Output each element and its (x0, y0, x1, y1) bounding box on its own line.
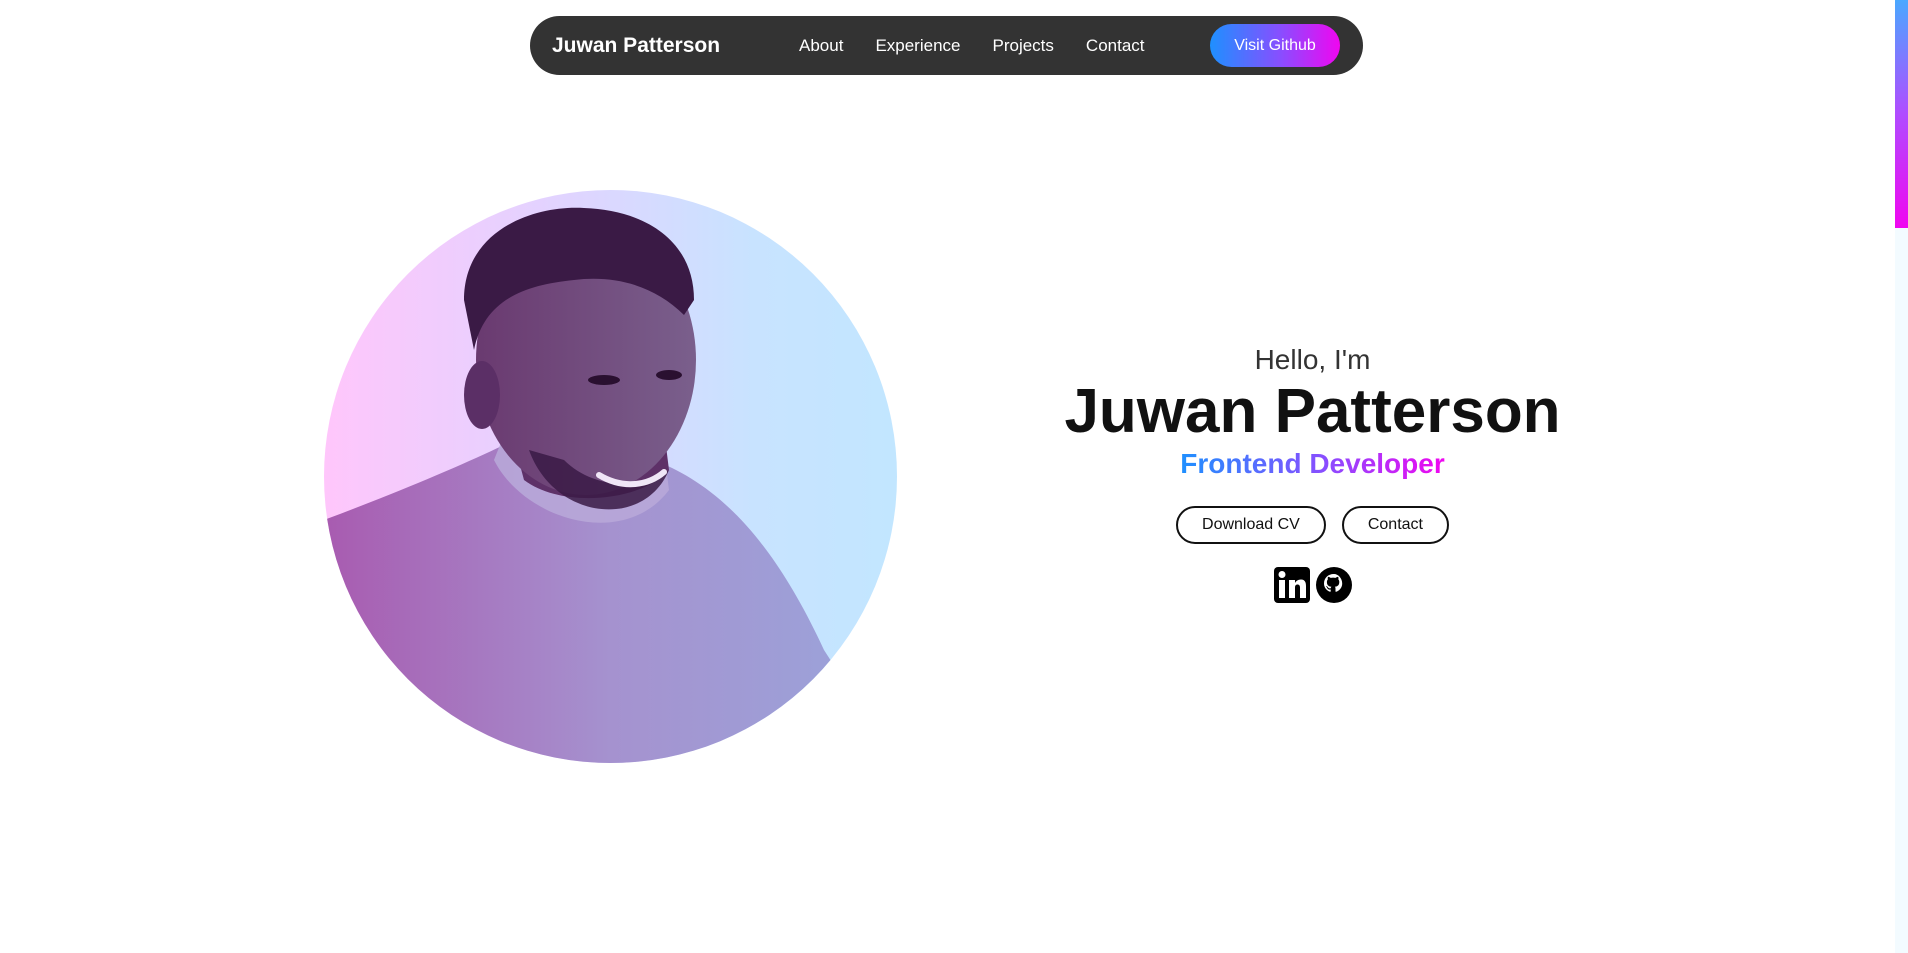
profile-photo (324, 190, 897, 763)
github-icon[interactable] (1315, 566, 1353, 604)
page-scrollbar[interactable] (1895, 0, 1908, 953)
hero-greeting: Hello, I'm (1254, 344, 1371, 375)
hero-role: Frontend Developer (1180, 446, 1444, 482)
nav-logo[interactable]: Juwan Patterson (552, 16, 720, 75)
linkedin-icon[interactable] (1273, 566, 1311, 604)
nav-link-experience[interactable]: Experience (875, 36, 960, 56)
visit-github-button[interactable]: Visit Github (1210, 24, 1340, 67)
download-cv-button[interactable]: Download CV (1176, 506, 1326, 544)
hero-name: Juwan Patterson (1064, 377, 1561, 446)
nav-link-projects[interactable]: Projects (993, 36, 1054, 56)
nav-links: About Experience Projects Contact (799, 16, 1145, 75)
hero-intro: Hello, I'm Juwan Patterson Frontend Deve… (1000, 340, 1625, 604)
scrollbar-thumb[interactable] (1895, 0, 1908, 228)
contact-button[interactable]: Contact (1341, 506, 1449, 544)
page: Juwan Patterson About Experience Project… (0, 0, 1908, 953)
nav-link-contact[interactable]: Contact (1086, 36, 1145, 56)
social-links (1000, 566, 1625, 604)
hero-buttons: Download CV Contact (1000, 506, 1625, 544)
top-navbar: Juwan Patterson About Experience Project… (530, 16, 1363, 75)
nav-link-about[interactable]: About (799, 36, 843, 56)
